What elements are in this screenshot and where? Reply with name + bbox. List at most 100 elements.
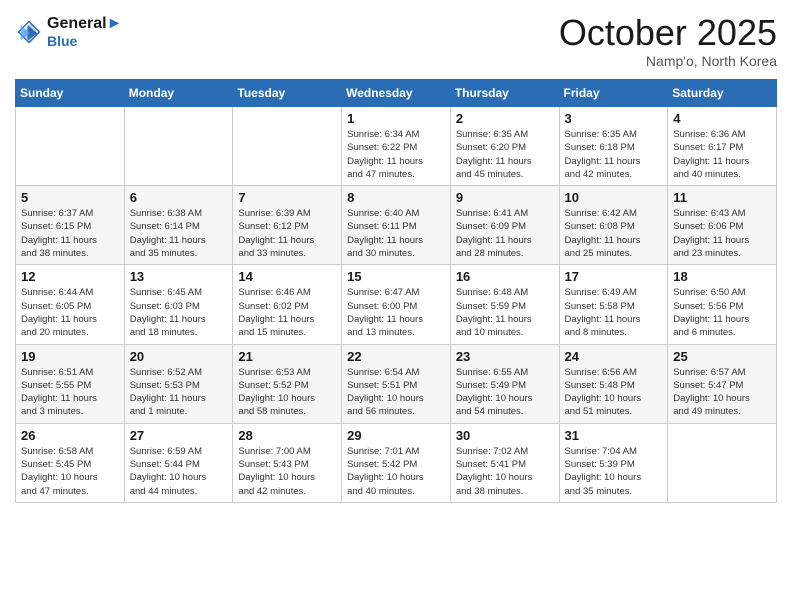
day-info-17: Sunrise: 6:49 AM Sunset: 5:58 PM Dayligh…: [565, 286, 663, 339]
day-number-15: 15: [347, 269, 445, 284]
day-number-20: 20: [130, 349, 228, 364]
day-info-21: Sunrise: 6:53 AM Sunset: 5:52 PM Dayligh…: [238, 366, 336, 419]
day-cell-14: 14 Sunrise: 6:46 AM Sunset: 6:02 PM Dayli…: [233, 265, 342, 344]
weekday-header-sunday: Sunday: [16, 80, 125, 107]
day-info-24: Sunrise: 6:56 AM Sunset: 5:48 PM Dayligh…: [565, 366, 663, 419]
day-number-5: 5: [21, 190, 119, 205]
page-header: General► Blue October 2025 Namp'o, North…: [15, 15, 777, 69]
day-number-26: 26: [21, 428, 119, 443]
empty-cell: [124, 107, 233, 186]
day-number-21: 21: [238, 349, 336, 364]
day-cell-16: 16 Sunrise: 6:48 AM Sunset: 5:59 PM Dayli…: [450, 265, 559, 344]
week-row-1: 1 Sunrise: 6:34 AM Sunset: 6:22 PM Daylig…: [16, 107, 777, 186]
day-info-1: Sunrise: 6:34 AM Sunset: 6:22 PM Dayligh…: [347, 128, 445, 181]
day-cell-1: 1 Sunrise: 6:34 AM Sunset: 6:22 PM Daylig…: [342, 107, 451, 186]
day-number-30: 30: [456, 428, 554, 443]
day-cell-4: 4 Sunrise: 6:36 AM Sunset: 6:17 PM Daylig…: [668, 107, 777, 186]
day-number-23: 23: [456, 349, 554, 364]
day-cell-13: 13Sunrise: 6:45 AM Sunset: 6:03 PM Dayli…: [124, 265, 233, 344]
day-cell-31: 31 Sunrise: 7:04 AM Sunset: 5:39 PM Dayli…: [559, 423, 668, 502]
day-info-29: Sunrise: 7:01 AM Sunset: 5:42 PM Dayligh…: [347, 445, 445, 498]
logo: General► Blue: [15, 15, 122, 49]
day-info-23: Sunrise: 6:55 AM Sunset: 5:49 PM Dayligh…: [456, 366, 554, 419]
day-info-16: Sunrise: 6:48 AM Sunset: 5:59 PM Dayligh…: [456, 286, 554, 339]
day-cell-11: 11 Sunrise: 6:43 AM Sunset: 6:06 PM Dayli…: [668, 186, 777, 265]
day-number-8: 8: [347, 190, 445, 205]
day-number-6: 6: [130, 190, 228, 205]
location: Namp'o, North Korea: [559, 53, 777, 69]
day-number-14: 14: [238, 269, 336, 284]
day-number-16: 16: [456, 269, 554, 284]
week-row-3: 12Sunrise: 6:44 AM Sunset: 6:05 PM Dayli…: [16, 265, 777, 344]
day-info-11: Sunrise: 6:43 AM Sunset: 6:06 PM Dayligh…: [673, 207, 771, 260]
day-cell-21: 21 Sunrise: 6:53 AM Sunset: 5:52 PM Dayli…: [233, 344, 342, 423]
day-cell-24: 24 Sunrise: 6:56 AM Sunset: 5:48 PM Dayli…: [559, 344, 668, 423]
day-number-25: 25: [673, 349, 771, 364]
empty-cell: [233, 107, 342, 186]
day-number-28: 28: [238, 428, 336, 443]
day-number-10: 10: [565, 190, 663, 205]
day-cell-2: 2Sunrise: 6:35 AM Sunset: 6:20 PM Daylig…: [450, 107, 559, 186]
day-info-28: Sunrise: 7:00 AM Sunset: 5:43 PM Dayligh…: [238, 445, 336, 498]
day-info-7: Sunrise: 6:39 AM Sunset: 6:12 PM Dayligh…: [238, 207, 336, 260]
day-cell-25: 25 Sunrise: 6:57 AM Sunset: 5:47 PM Dayli…: [668, 344, 777, 423]
day-cell-19: 19 Sunrise: 6:51 AM Sunset: 5:55 PM Dayli…: [16, 344, 125, 423]
day-cell-10: 10Sunrise: 6:42 AM Sunset: 6:08 PM Dayli…: [559, 186, 668, 265]
day-number-4: 4: [673, 111, 771, 126]
day-number-19: 19: [21, 349, 119, 364]
day-number-9: 9: [456, 190, 554, 205]
day-info-13: Sunrise: 6:45 AM Sunset: 6:03 PM Dayligh…: [130, 286, 228, 339]
day-info-14: Sunrise: 6:46 AM Sunset: 6:02 PM Dayligh…: [238, 286, 336, 339]
day-number-17: 17: [565, 269, 663, 284]
day-number-2: 2: [456, 111, 554, 126]
week-row-2: 5 Sunrise: 6:37 AM Sunset: 6:15 PM Daylig…: [16, 186, 777, 265]
empty-cell: [668, 423, 777, 502]
day-number-12: 12: [21, 269, 119, 284]
day-info-15: Sunrise: 6:47 AM Sunset: 6:00 PM Dayligh…: [347, 286, 445, 339]
weekday-header-row: SundayMondayTuesdayWednesdayThursdayFrid…: [16, 80, 777, 107]
day-cell-8: 8Sunrise: 6:40 AM Sunset: 6:11 PM Daylig…: [342, 186, 451, 265]
day-number-27: 27: [130, 428, 228, 443]
day-cell-12: 12Sunrise: 6:44 AM Sunset: 6:05 PM Dayli…: [16, 265, 125, 344]
day-info-30: Sunrise: 7:02 AM Sunset: 5:41 PM Dayligh…: [456, 445, 554, 498]
day-number-3: 3: [565, 111, 663, 126]
day-info-5: Sunrise: 6:37 AM Sunset: 6:15 PM Dayligh…: [21, 207, 119, 260]
weekday-header-tuesday: Tuesday: [233, 80, 342, 107]
day-number-1: 1: [347, 111, 445, 126]
calendar: SundayMondayTuesdayWednesdayThursdayFrid…: [15, 79, 777, 503]
day-info-4: Sunrise: 6:36 AM Sunset: 6:17 PM Dayligh…: [673, 128, 771, 181]
day-cell-3: 3Sunrise: 6:35 AM Sunset: 6:18 PM Daylig…: [559, 107, 668, 186]
day-info-26: Sunrise: 6:58 AM Sunset: 5:45 PM Dayligh…: [21, 445, 119, 498]
day-cell-20: 20Sunrise: 6:52 AM Sunset: 5:53 PM Dayli…: [124, 344, 233, 423]
logo-icon: [15, 18, 43, 46]
day-info-6: Sunrise: 6:38 AM Sunset: 6:14 PM Dayligh…: [130, 207, 228, 260]
day-info-25: Sunrise: 6:57 AM Sunset: 5:47 PM Dayligh…: [673, 366, 771, 419]
day-info-18: Sunrise: 6:50 AM Sunset: 5:56 PM Dayligh…: [673, 286, 771, 339]
weekday-header-wednesday: Wednesday: [342, 80, 451, 107]
day-cell-5: 5 Sunrise: 6:37 AM Sunset: 6:15 PM Daylig…: [16, 186, 125, 265]
month-title: October 2025: [559, 15, 777, 51]
day-cell-26: 26 Sunrise: 6:58 AM Sunset: 5:45 PM Dayli…: [16, 423, 125, 502]
day-cell-23: 23 Sunrise: 6:55 AM Sunset: 5:49 PM Dayli…: [450, 344, 559, 423]
day-cell-17: 17 Sunrise: 6:49 AM Sunset: 5:58 PM Dayli…: [559, 265, 668, 344]
day-cell-29: 29 Sunrise: 7:01 AM Sunset: 5:42 PM Dayli…: [342, 423, 451, 502]
logo-text: General► Blue: [47, 15, 122, 49]
day-number-24: 24: [565, 349, 663, 364]
day-number-11: 11: [673, 190, 771, 205]
weekday-header-monday: Monday: [124, 80, 233, 107]
day-cell-30: 30 Sunrise: 7:02 AM Sunset: 5:41 PM Dayli…: [450, 423, 559, 502]
day-cell-18: 18 Sunrise: 6:50 AM Sunset: 5:56 PM Dayli…: [668, 265, 777, 344]
day-info-19: Sunrise: 6:51 AM Sunset: 5:55 PM Dayligh…: [21, 366, 119, 419]
weekday-header-thursday: Thursday: [450, 80, 559, 107]
week-row-5: 26 Sunrise: 6:58 AM Sunset: 5:45 PM Dayli…: [16, 423, 777, 502]
day-number-22: 22: [347, 349, 445, 364]
weekday-header-friday: Friday: [559, 80, 668, 107]
day-number-29: 29: [347, 428, 445, 443]
week-row-4: 19 Sunrise: 6:51 AM Sunset: 5:55 PM Dayli…: [16, 344, 777, 423]
day-number-18: 18: [673, 269, 771, 284]
day-cell-22: 22Sunrise: 6:54 AM Sunset: 5:51 PM Dayli…: [342, 344, 451, 423]
day-number-31: 31: [565, 428, 663, 443]
day-info-31: Sunrise: 7:04 AM Sunset: 5:39 PM Dayligh…: [565, 445, 663, 498]
day-cell-6: 6 Sunrise: 6:38 AM Sunset: 6:14 PM Daylig…: [124, 186, 233, 265]
day-info-9: Sunrise: 6:41 AM Sunset: 6:09 PM Dayligh…: [456, 207, 554, 260]
